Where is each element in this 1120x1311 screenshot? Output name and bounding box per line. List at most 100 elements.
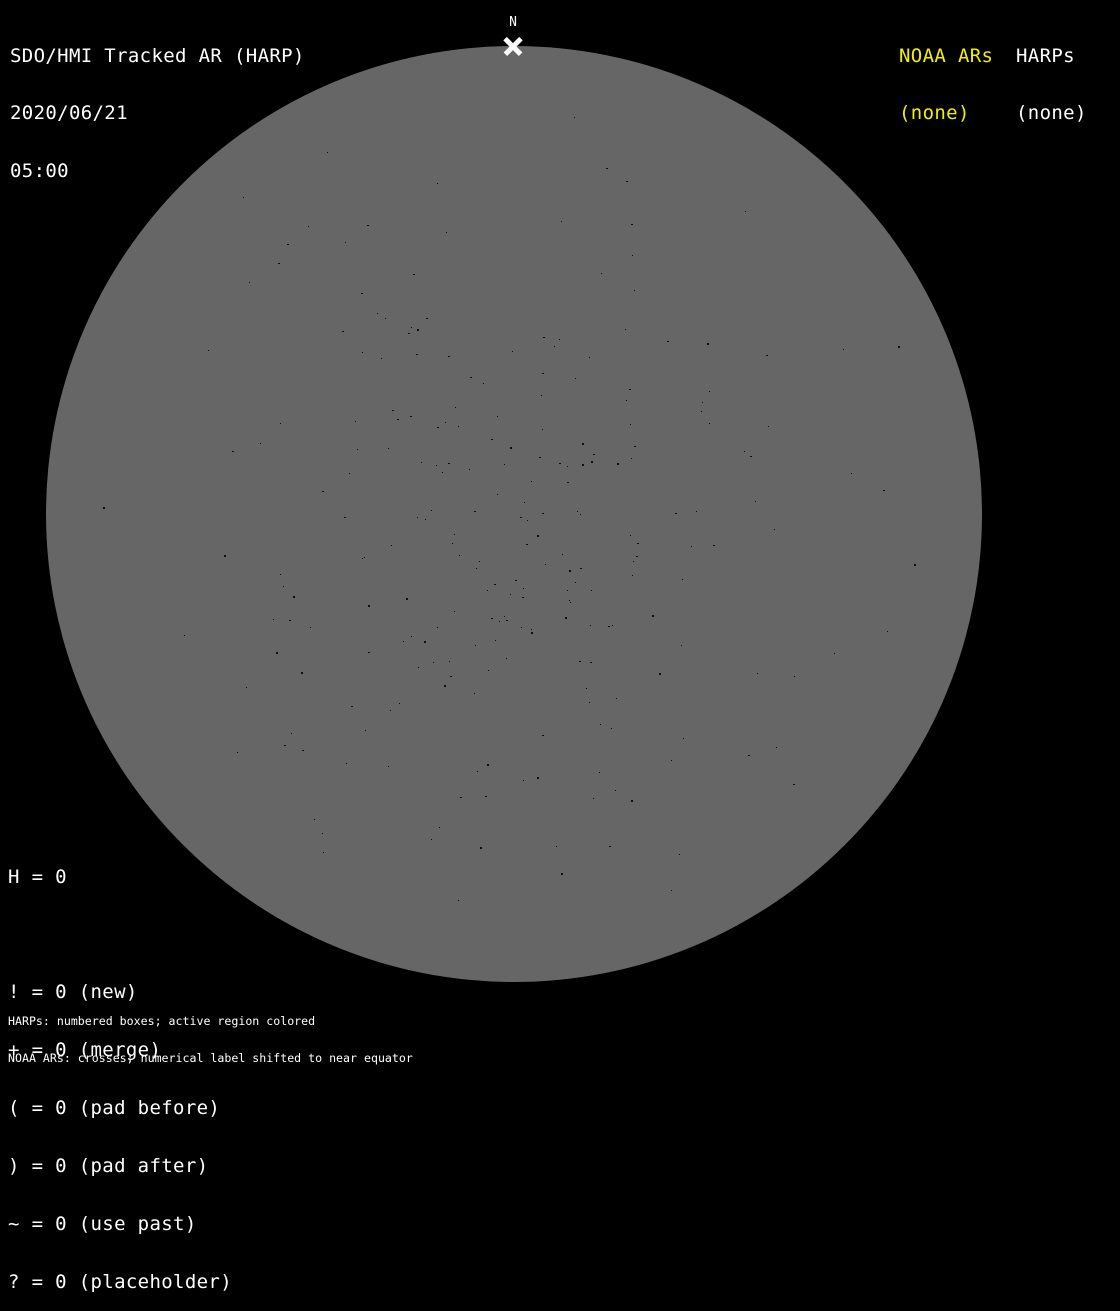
magnetic-noise-speckle [381,358,382,359]
magnetic-noise-speckle [556,846,557,847]
magnetic-noise-speckle [593,798,594,799]
magnetic-noise-speckle [768,426,769,427]
magnetic-noise-speckle [411,327,412,328]
plot-title: SDO/HMI Tracked AR (HARP) [10,44,305,67]
magnetic-noise-speckle [487,764,489,766]
magnetic-noise-speckle [442,472,443,473]
magnetic-noise-speckle [612,625,613,626]
magnetic-noise-speckle [709,391,710,392]
noaa-ars-value: (none) [899,102,970,125]
magnetic-noise-speckle [652,615,654,617]
magnetic-noise-speckle [421,462,422,463]
magnetic-noise-speckle [504,616,505,617]
magnetic-noise-speckle [458,426,459,427]
magnetic-noise-speckle [591,590,592,591]
magnetic-noise-speckle [417,329,419,331]
magnetic-noise-speckle [542,735,544,736]
magnetic-noise-speckle [391,545,392,546]
magnetic-noise-speckle [446,232,447,233]
magnetic-noise-speckle [488,670,489,671]
magnetic-noise-speckle [418,667,419,668]
magnetic-noise-speckle [361,293,363,294]
magnetic-noise-speckle [495,640,496,641]
legend-spacer [8,925,232,944]
magnetic-noise-speckle [537,535,539,537]
magnetic-noise-speckle [512,351,513,352]
magnetic-noise-speckle [631,800,633,802]
magnetic-noise-speckle [634,446,636,447]
magnetic-noise-speckle [766,355,768,356]
magnetic-noise-speckle [491,618,493,619]
magnetic-noise-speckle [679,854,680,855]
magnetic-noise-speckle [554,346,555,347]
magnetic-noise-speckle [416,354,418,355]
magnetic-noise-speckle [431,510,432,511]
magnetic-noise-speckle [406,598,408,600]
magnetic-noise-speckle [681,645,682,646]
harps-summary: HARPs (none) [1016,8,1087,143]
harps-value: (none) [1016,102,1087,125]
magnetic-noise-speckle [637,543,639,544]
magnetic-noise-speckle [302,750,304,751]
magnetic-noise-speckle [283,586,284,587]
magnetic-noise-speckle [793,784,795,785]
magnetic-noise-speckle [284,745,286,746]
magnetic-noise-speckle [506,620,508,621]
magnetic-noise-speckle [629,389,631,390]
legend-item-placeholder: ? = 0 (placeholder) [8,1270,232,1293]
magnetic-noise-speckle [385,318,386,319]
plot-date: 2020/06/21 [10,102,128,125]
magnetic-noise-speckle [365,730,366,731]
magnetic-noise-speckle [436,465,437,466]
magnetic-noise-speckle [611,728,612,729]
magnetic-noise-speckle [589,702,590,703]
magnetic-noise-speckle [545,564,546,565]
magnetic-noise-speckle [531,632,533,634]
magnetic-noise-speckle [521,627,522,628]
magnetic-noise-speckle [474,511,476,512]
magnetic-noise-speckle [452,543,453,544]
magnetic-noise-speckle [755,501,756,502]
magnetic-noise-speckle [586,688,587,689]
legend-item-use-past: ~ = 0 (use past) [8,1212,197,1235]
magnetic-noise-speckle [345,242,346,243]
magnetic-noise-speckle [346,763,347,764]
magnetic-noise-speckle [388,448,389,449]
magnetic-noise-speckle [522,597,524,598]
magnetic-noise-speckle [543,337,545,338]
magnetic-noise-speckle [616,698,617,699]
magnetic-noise-speckle [713,545,715,546]
magnetic-noise-speckle [323,852,324,853]
magnetic-noise-speckle [399,703,400,704]
magnetic-noise-speckle [567,482,569,483]
magnetic-noise-speckle [448,463,450,464]
magnetic-noise-speckle [232,451,234,452]
magnetic-noise-speckle [301,672,303,674]
magnetic-noise-speckle [287,244,289,245]
north-pole-cross-icon [503,36,523,56]
magnetic-noise-speckle [237,752,238,753]
magnetic-noise-speckle [600,724,601,725]
magnetic-noise-speckle [794,676,795,677]
magnetic-noise-speckle [851,473,852,474]
magnetic-noise-speckle [392,410,394,411]
magnetic-noise-speckle [617,463,619,465]
magnetic-noise-speckle [626,400,627,401]
harp-count: H = 0 [8,865,67,888]
magnetic-noise-speckle [357,449,358,450]
magnetic-noise-speckle [469,469,470,470]
magnetic-noise-speckle [531,481,532,482]
magnetic-noise-speckle [701,411,702,412]
magnetic-noise-speckle [397,419,399,420]
magnetic-noise-speckle [582,443,584,445]
magnetic-noise-speckle [424,641,426,643]
north-label: N [509,15,517,30]
magnetic-noise-speckle [702,402,703,403]
magnetic-noise-speckle [474,693,475,694]
magnetic-noise-speckle [524,502,525,503]
magnetic-noise-speckle [634,290,635,291]
magnetic-noise-speckle [569,570,571,572]
magnetic-noise-speckle [599,772,600,773]
magnetic-noise-speckle [580,568,582,569]
magnetic-noise-speckle [757,673,758,674]
